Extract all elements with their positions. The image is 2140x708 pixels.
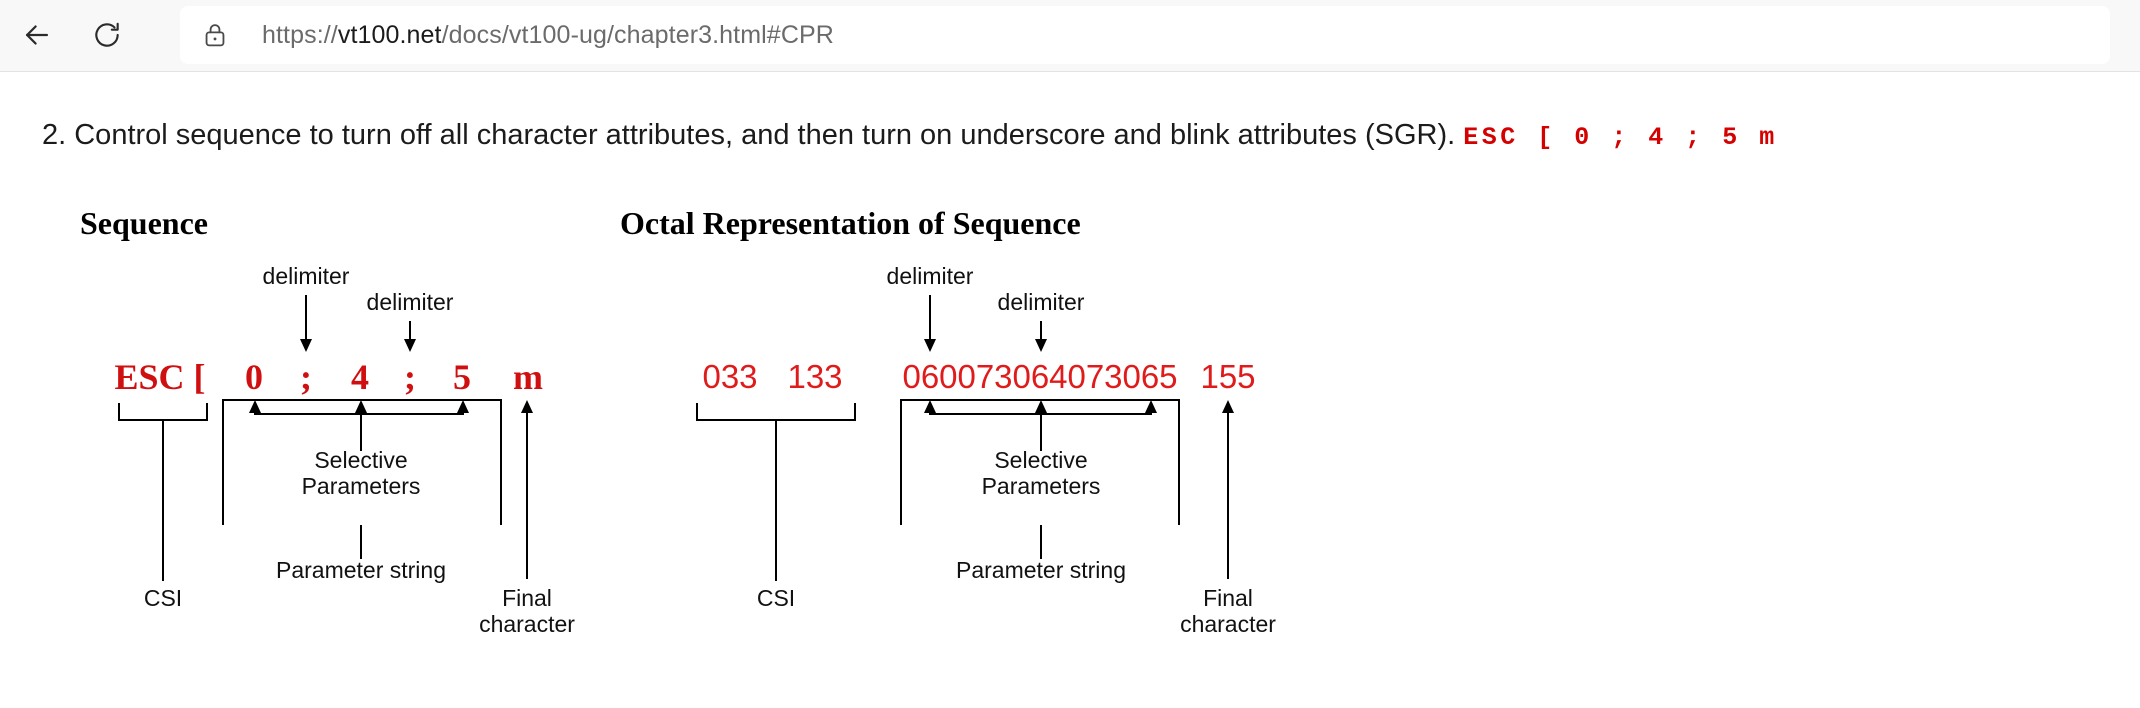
octal-delimiter-leader-1	[929, 295, 931, 343]
octal-parameter-string-bracket	[900, 399, 1180, 525]
final-character-line-1: Final	[502, 585, 552, 611]
octal-token-073-2: 073	[1067, 358, 1123, 395]
octal-csi-bracket	[696, 403, 856, 421]
octal-delimiter-label-1: delimiter	[886, 263, 974, 289]
final-character-stem	[526, 411, 528, 579]
seq-token-semicolon-2: ;	[404, 357, 416, 397]
octal-parameter-string-label: Parameter string	[955, 557, 1127, 583]
seq-token-5: 5	[453, 357, 471, 397]
octal-token-064: 064	[1012, 358, 1068, 395]
diagram-sequence: Sequence delimiter delimiter ESC [ 0 ; 4…	[0, 73, 620, 708]
delimiter-arrow-1-icon	[300, 339, 312, 352]
octal-delimiter-arrow-1-icon	[924, 339, 936, 352]
reload-button[interactable]	[78, 6, 136, 64]
delimiter-label-1: delimiter	[262, 263, 350, 289]
octal-parameter-string-stem	[1040, 525, 1042, 559]
lock-icon[interactable]	[202, 22, 228, 48]
seq-token-semicolon-1: ;	[300, 357, 312, 397]
delimiter-label-2: delimiter	[366, 289, 454, 315]
seq-token-m: m	[513, 357, 543, 397]
octal-token-155: 155	[1200, 358, 1256, 395]
octal-delimiter-label-2: delimiter	[997, 289, 1085, 315]
octal-token-060: 060	[902, 358, 958, 395]
browser-toolbar: https://vt100.net/docs/vt100-ug/chapter3…	[0, 0, 2140, 72]
url-scheme: https://	[262, 20, 338, 49]
diagram-octal: Octal Representation of Sequence delimit…	[560, 73, 1560, 708]
delimiter-leader-1	[305, 295, 307, 343]
octal-token-033: 033	[702, 358, 758, 395]
csi-bracket	[118, 403, 208, 421]
address-bar[interactable]: https://vt100.net/docs/vt100-ug/chapter3…	[180, 6, 2110, 64]
parameter-string-label: Parameter string	[275, 557, 447, 583]
octal-token-065: 065	[1122, 358, 1178, 395]
url-path: /docs/vt100-ug/chapter3.html#CPR	[441, 20, 834, 49]
octal-token-073-1: 073	[957, 358, 1013, 395]
octal-final-character-stem	[1227, 411, 1229, 579]
reload-icon	[95, 22, 119, 47]
seq-token-esc-bracket: ESC [	[114, 357, 206, 397]
seq-token-0: 0	[245, 357, 263, 397]
octal-csi-stem	[775, 421, 777, 581]
url-text: https://vt100.net/docs/vt100-ug/chapter3…	[262, 21, 834, 50]
octal-csi-label: CSI	[756, 585, 796, 611]
octal-final-character-label: Final character	[1180, 585, 1276, 638]
url-host: vt100.net	[337, 20, 442, 49]
octal-delimiter-arrow-2-icon	[1035, 339, 1047, 352]
octal-final-character-line-1: Final	[1203, 585, 1253, 611]
seq-token-4: 4	[351, 357, 369, 397]
csi-stem	[162, 421, 164, 581]
page-content: 2. Control sequence to turn off all char…	[0, 73, 2140, 708]
back-arrow-icon	[25, 25, 49, 45]
delimiter-arrow-2-icon	[404, 339, 416, 352]
diagram-octal-title: Octal Representation of Sequence	[620, 205, 1081, 241]
back-button[interactable]	[8, 6, 66, 64]
parameter-string-stem	[360, 525, 362, 559]
octal-final-character-line-2: character	[1180, 611, 1276, 638]
parameter-string-bracket	[222, 399, 502, 525]
csi-label: CSI	[143, 585, 183, 611]
diagram-sequence-title: Sequence	[80, 205, 208, 241]
octal-token-133: 133	[787, 358, 843, 395]
